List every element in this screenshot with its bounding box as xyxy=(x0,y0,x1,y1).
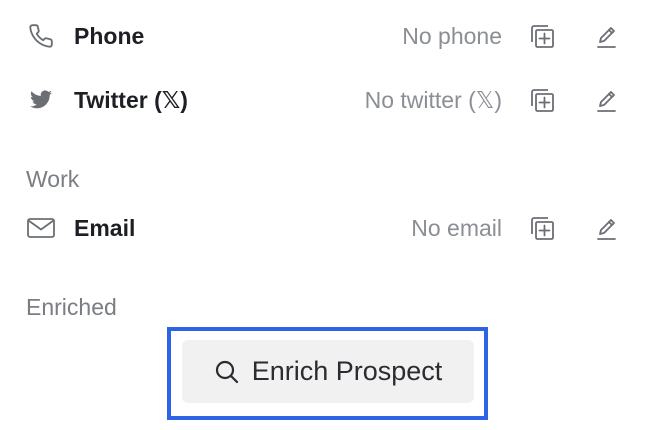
enrich-prospect-label: Enrich Prospect xyxy=(251,356,443,386)
section-heading-enriched: Enriched xyxy=(26,294,117,320)
twitter-edit-button[interactable] xyxy=(587,81,625,119)
copy-add-icon xyxy=(531,25,554,48)
search-icon xyxy=(214,359,240,385)
contact-row-phone: Phone No phone xyxy=(0,16,652,56)
email-copy-button[interactable] xyxy=(523,209,561,247)
email-edit-button[interactable] xyxy=(587,209,625,247)
phone-value: No phone xyxy=(402,22,502,49)
phone-label: Phone xyxy=(74,22,145,49)
contact-row-twitter: Twitter (𝕏) No twitter (𝕏) xyxy=(0,80,652,120)
copy-add-icon xyxy=(531,217,554,240)
twitter-value: No twitter (𝕏) xyxy=(364,86,502,113)
twitter-label: Twitter (𝕏) xyxy=(74,86,188,113)
enrich-prospect-button[interactable]: Enrich Prospect xyxy=(182,340,474,403)
section-heading-work: Work xyxy=(26,166,80,192)
phone-icon xyxy=(26,21,56,51)
email-label: Email xyxy=(74,214,136,241)
pencil-icon xyxy=(597,219,616,240)
twitter-copy-button[interactable] xyxy=(523,81,561,119)
twitter-icon xyxy=(26,85,56,115)
pencil-icon xyxy=(597,27,616,48)
mail-icon xyxy=(26,213,56,243)
phone-copy-button[interactable] xyxy=(523,17,561,55)
contact-row-email: Email No email xyxy=(0,208,652,248)
phone-edit-button[interactable] xyxy=(587,17,625,55)
pencil-icon xyxy=(597,91,616,112)
copy-add-icon xyxy=(531,89,554,112)
email-value: No email xyxy=(411,214,502,241)
